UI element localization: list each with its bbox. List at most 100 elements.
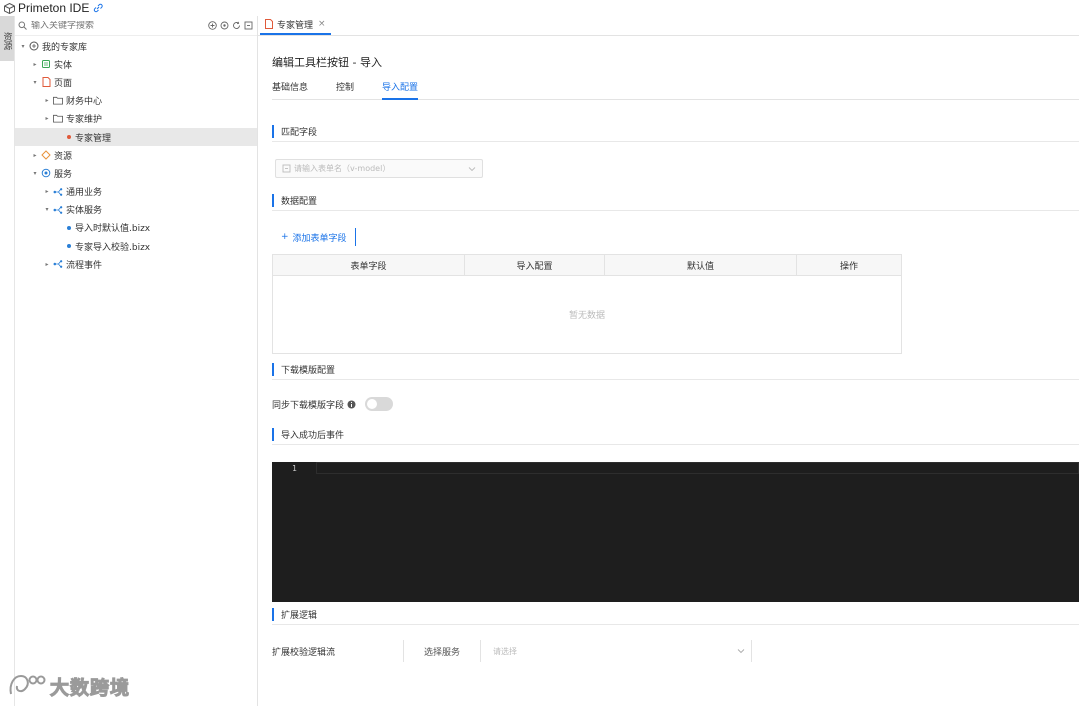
resources-side-tab[interactable]: 资源 [0,16,14,61]
tree-node[interactable]: ▸ 财务中心 [15,92,257,110]
section-match-field: 匹配字段 [272,122,1079,142]
folder-icon [53,96,63,106]
tree-node-label: 资源 [54,151,73,162]
section-accent-bar [272,428,274,441]
watermark-text: 大数跨境 [49,677,131,700]
watermark: 大数跨境 [8,672,130,701]
close-icon[interactable]: × [318,19,326,29]
line-number: 1 [292,464,297,473]
info-icon[interactable] [347,400,356,409]
column-header-import-config: 导入配置 [465,255,605,275]
config-subtabs: 基础信息 控制 导入配置 [272,78,1079,100]
section-accent-bar [272,125,274,138]
section-download-template: 下载模版配置 [272,360,1079,380]
tree-node-label: 专家管理 [75,133,112,144]
code-editor[interactable]: 1 [272,462,1079,602]
caret-right-icon[interactable]: ▸ [31,60,39,68]
caret-right-icon[interactable]: ▸ [31,151,39,159]
tab-control[interactable]: 控制 [336,78,354,100]
caret-right-icon[interactable]: ▸ [43,97,51,105]
entity-icon [41,59,51,69]
caret-spacer [55,242,63,250]
database-icon [29,41,39,51]
chevron-down-icon [468,165,476,173]
activity-strip: 资源 [0,16,15,706]
resource-tree-panel: ▾我的专家库▸实体▾页面▸财务中心▸专家维护专家管理▸资源▾服务▸通用业务▾实体… [15,16,258,706]
caret-right-icon[interactable]: ▸ [43,115,51,123]
link-icon[interactable] [93,3,104,13]
section-accent-bar [272,608,274,621]
search-icon [18,21,28,31]
tree-node[interactable]: ▾ 实体服务 [15,201,257,219]
caret-right-icon[interactable]: ▸ [43,260,51,268]
app-title: Primeton IDE [18,1,90,15]
table-header: 表单字段 导入配置 默认值 操作 [273,255,901,276]
service-icon [41,168,51,178]
tree-node-label: 专家维护 [66,115,103,126]
tab-import-config[interactable]: 导入配置 [382,78,419,100]
app-logo-icon [3,2,15,14]
add-form-field-button[interactable]: + 添加表单字段 [275,228,356,246]
caret-spacer [55,133,63,141]
tree-node[interactable]: ▸ 通用业务 [15,183,257,201]
bizx-dot-icon [67,244,71,249]
sync-template-field-toggle[interactable] [365,397,394,411]
caret-spacer [55,224,63,232]
page-title: 编辑工具栏按钮 - 导入 [272,56,382,69]
section-accent-bar [272,363,274,376]
chevron-down-icon[interactable] [737,647,745,655]
caret-right-icon[interactable]: ▸ [43,188,51,196]
sync-template-field-row: 同步下载模版字段 [272,397,394,411]
match-field-placeholder: 请输入表单名（v-model） [294,164,391,173]
section-extend-logic: 扩展逻辑 [272,605,1079,625]
section-accent-bar [272,194,274,207]
table-empty-text: 暂无数据 [568,311,605,321]
caret-down-icon[interactable]: ▾ [19,42,27,50]
tree-node[interactable]: ▸ 流程事件 [15,255,257,273]
tree-node[interactable]: ▾ 服务 [15,164,257,182]
tree-node-label: 实体服务 [66,206,103,217]
editor-tab-bar: 专家管理 × [258,16,1079,36]
add-form-field-label: 添加表单字段 [292,233,347,244]
section-import-success-event: 导入成功后事件 [272,425,1079,445]
tree-node[interactable]: ▾ 页面 [15,73,257,91]
tree-node[interactable]: 导入时默认值.bizx [15,219,257,237]
tree-search-row [15,16,257,36]
locate-icon[interactable] [220,21,229,30]
tab-basic-info[interactable]: 基础信息 [272,78,308,100]
tree-node[interactable]: 专家管理 [15,127,257,147]
service-select-placeholder[interactable]: 请选择 [493,646,517,657]
editor-gutter [272,462,316,602]
section-title: 导入成功后事件 [281,431,345,441]
flow-icon [53,187,63,197]
form-icon [282,164,291,173]
tree-node[interactable]: ▸ 实体 [15,55,257,73]
caret-down-icon[interactable]: ▾ [31,169,39,177]
select-service-button[interactable]: 选择服务 [403,640,482,662]
tree-node[interactable]: ▾ 我的专家库 [15,37,257,55]
caret-down-icon[interactable]: ▾ [31,78,39,86]
page-dot-icon [67,135,71,140]
column-header-form-field: 表单字段 [273,255,465,275]
resource-icon [41,150,51,160]
match-field-select[interactable]: 请输入表单名（v-model） [275,159,483,178]
tree-search-input[interactable] [31,20,191,31]
tree-node-label: 服务 [54,169,73,180]
collapse-all-icon[interactable] [244,21,253,30]
flow-icon [53,259,63,269]
caret-down-icon[interactable]: ▾ [43,206,51,214]
refresh-icon[interactable] [232,21,241,30]
tree-node-label: 导入时默认值.bizx [75,224,151,235]
plus-icon: + [281,232,289,242]
tab-expert-management[interactable]: 专家管理 × [260,15,331,35]
tree-node[interactable]: ▸ 专家维护 [15,110,257,128]
field-table: 表单字段 导入配置 默认值 操作 暂无数据 [272,254,902,354]
sync-template-field-label: 同步下载模版字段 [272,400,345,411]
tree-node[interactable]: 专家导入校验.bizx [15,237,257,255]
column-header-default-value: 默认值 [605,255,797,275]
editor-area: 专家管理 × 编辑工具栏按钮 - 导入 基础信息 控制 导入配置 匹配字段 请输… [258,16,1079,706]
add-icon[interactable] [208,21,217,30]
tree-node[interactable]: ▸ 资源 [15,146,257,164]
tree-node-label: 页面 [54,78,73,89]
toggle-knob [367,399,378,409]
